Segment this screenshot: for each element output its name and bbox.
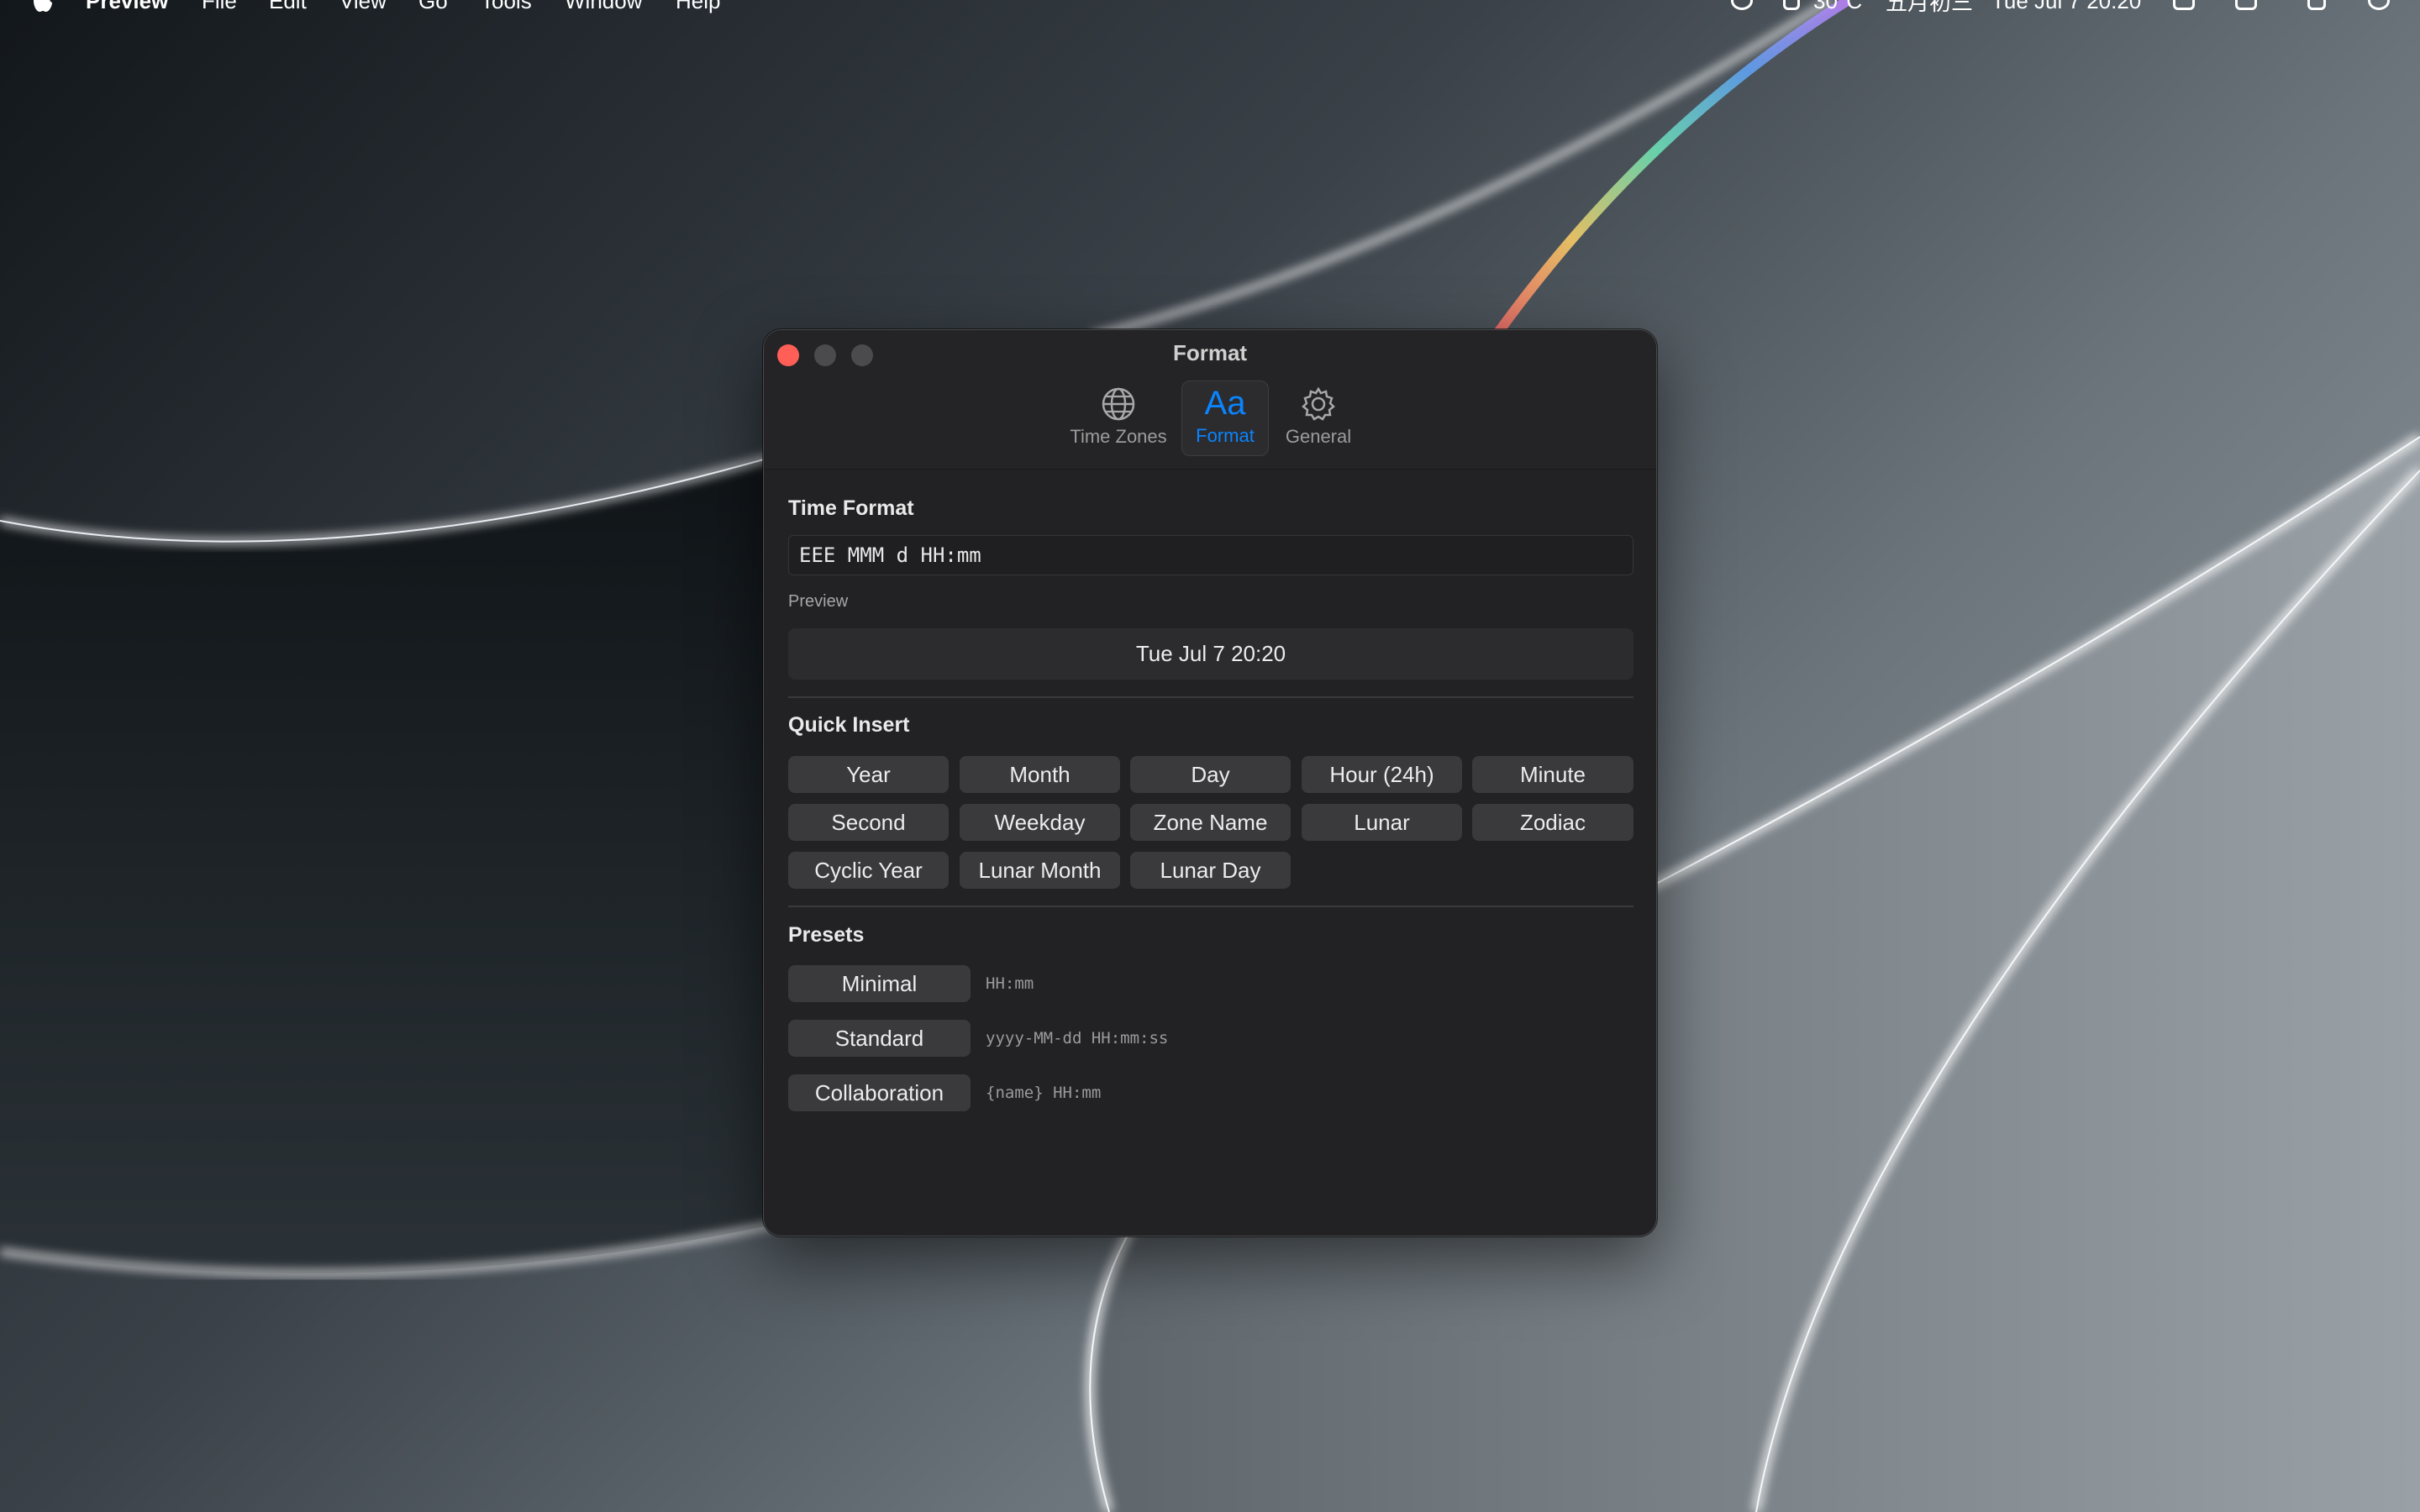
input-source-icon[interactable] — [2235, 0, 2257, 10]
format-preview: Tue Jul 7 20:20 — [788, 628, 1634, 680]
menu-file[interactable]: File — [202, 0, 237, 14]
quick-insert-year-button[interactable]: Year — [788, 756, 949, 793]
quick-insert-weekday-button[interactable]: Weekday — [960, 804, 1120, 841]
preset-standard-button[interactable]: Standard — [788, 1020, 971, 1057]
menu-tools[interactable]: Tools — [481, 0, 532, 14]
globe-icon — [1098, 384, 1139, 424]
menu-bar: Preview File Edit View Go Tools Window H… — [0, 0, 2420, 15]
tab-general[interactable]: General — [1276, 381, 1360, 456]
format-preview-value: Tue Jul 7 20:20 — [1135, 641, 1286, 666]
quick-insert-lunar-month-button[interactable]: Lunar Month — [960, 852, 1120, 889]
preset-minimal-button[interactable]: Minimal — [788, 965, 971, 1002]
tab-time-zones-label: Time Zones — [1070, 426, 1167, 447]
lunar-date-readout[interactable]: 五月初三 — [1886, 0, 1973, 15]
quick-insert-lunar-day-button[interactable]: Lunar Day — [1130, 852, 1291, 889]
presets-heading: Presets — [788, 923, 865, 947]
quick-insert-minute-button[interactable]: Minute — [1472, 756, 1634, 793]
menu-help[interactable]: Help — [676, 0, 720, 14]
menubar-clock[interactable]: Tue Jul 7 20:20 — [1991, 0, 2141, 14]
format-settings-window: Format Time Zones Aa Format General Time… — [763, 329, 1657, 1236]
preview-label: Preview — [788, 592, 849, 611]
window-title: Format — [1172, 340, 1248, 365]
menu-go[interactable]: Go — [418, 0, 448, 14]
weather-icon[interactable] — [1783, 0, 1800, 10]
section-divider — [788, 906, 1634, 907]
quick-insert-month-button[interactable]: Month — [960, 756, 1120, 793]
clock-icon[interactable] — [2368, 0, 2390, 10]
preset-minimal-pattern: HH:mm — [986, 974, 1034, 993]
quick-insert-second-button[interactable]: Second — [788, 804, 949, 841]
menu-window[interactable]: Window — [565, 0, 642, 14]
window-manager-icon[interactable] — [2173, 0, 2195, 10]
tab-general-label: General — [1285, 426, 1352, 447]
preset-standard-pattern: yyyy-MM-dd HH:mm:ss — [986, 1029, 1169, 1047]
quick-insert-day-button[interactable]: Day — [1130, 756, 1291, 793]
window-titlebar: Format Time Zones Aa Format General — [764, 330, 1656, 470]
time-format-heading: Time Format — [788, 496, 914, 520]
menu-app-name[interactable]: Preview — [86, 0, 168, 14]
section-divider — [788, 696, 1634, 698]
menubar-extra-icon[interactable] — [1731, 0, 1753, 10]
quick-insert-zodiac-button[interactable]: Zodiac — [1472, 804, 1634, 841]
quick-insert-heading: Quick Insert — [788, 713, 910, 737]
apple-menu-icon[interactable] — [32, 0, 54, 13]
tab-time-zones[interactable]: Time Zones — [1068, 381, 1169, 456]
time-format-input[interactable] — [788, 535, 1634, 575]
preset-collaboration-pattern: {name} HH:mm — [986, 1084, 1102, 1102]
quick-insert-lunar-button[interactable]: Lunar — [1302, 804, 1462, 841]
aa-glyph: Aa — [1204, 385, 1246, 422]
preset-collaboration-button[interactable]: Collaboration — [788, 1074, 971, 1111]
temperature-readout[interactable]: 30°C — [1813, 0, 1862, 14]
gear-icon — [1298, 384, 1339, 424]
aa-icon: Aa — [1204, 383, 1246, 423]
control-center-icon[interactable] — [2307, 0, 2326, 10]
tab-format-label: Format — [1196, 425, 1255, 446]
menu-edit[interactable]: Edit — [269, 0, 307, 14]
quick-insert-hour-button[interactable]: Hour (24h) — [1302, 756, 1462, 793]
menu-view[interactable]: View — [339, 0, 387, 14]
quick-insert-cyclic-year-button[interactable]: Cyclic Year — [788, 852, 949, 889]
tab-format[interactable]: Aa Format — [1181, 381, 1269, 456]
quick-insert-zone-name-button[interactable]: Zone Name — [1130, 804, 1291, 841]
